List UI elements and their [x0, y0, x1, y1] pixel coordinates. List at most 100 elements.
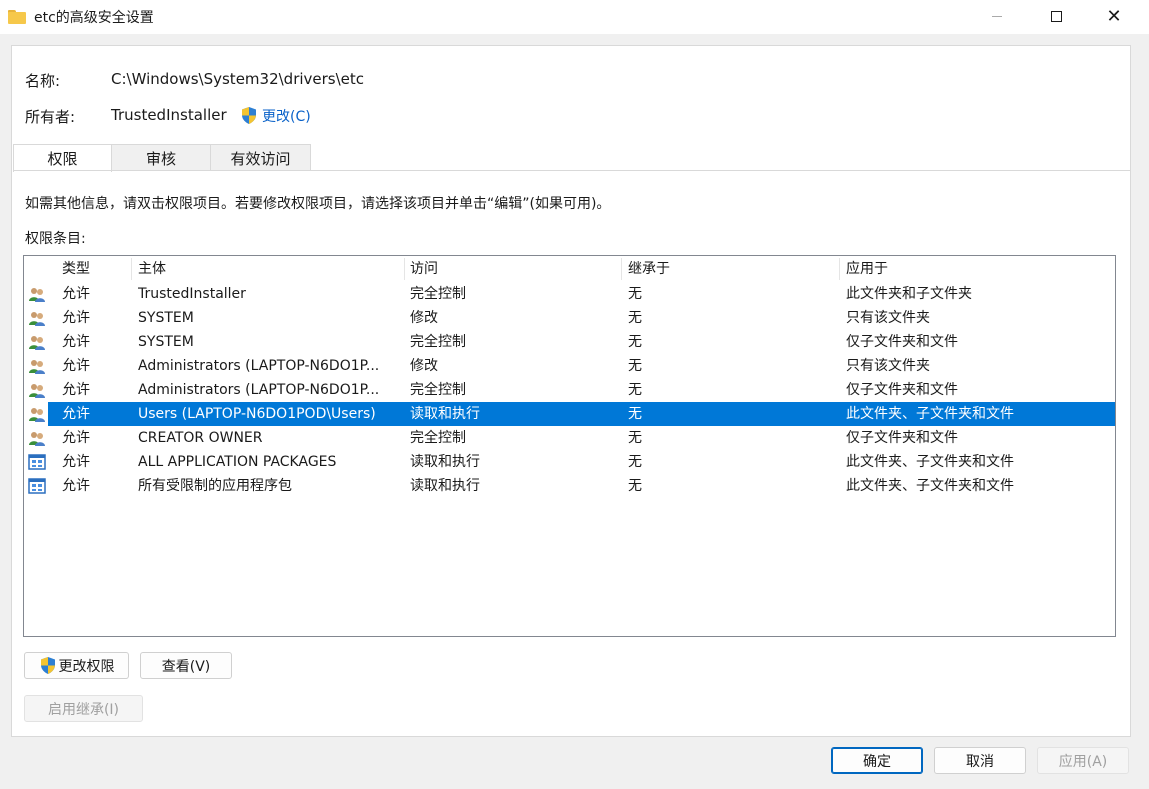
uac-shield-icon — [40, 657, 55, 674]
cell-access: 读取和执行 — [410, 478, 480, 494]
cell-inherited-from: 无 — [628, 454, 642, 470]
maximize-button[interactable] — [1033, 0, 1079, 32]
enable-inheritance-button[interactable]: 启用继承(I) — [24, 695, 143, 722]
tab-permissions[interactable]: 权限 — [13, 144, 112, 172]
cell-applies-to: 仅子文件夹和文件 — [846, 334, 958, 350]
instruction-text: 如需其他信息，请双击权限项目。若要修改权限项目，请选择该项目并单击“编辑”(如果… — [25, 196, 611, 212]
table-row[interactable]: 允许 TrustedInstaller 完全控制 无 此文件夹和子文件夹 — [24, 282, 1115, 306]
close-button[interactable]: ✕ — [1091, 0, 1137, 32]
users-icon — [28, 358, 46, 374]
cell-access: 完全控制 — [410, 334, 466, 350]
table-row[interactable]: 允许 CREATOR OWNER 完全控制 无 仅子文件夹和文件 — [24, 426, 1115, 450]
name-label: 名称: — [25, 72, 61, 90]
table-row[interactable]: 允许 SYSTEM 完全控制 无 仅子文件夹和文件 — [24, 330, 1115, 354]
view-button[interactable]: 查看(V) — [140, 652, 232, 679]
column-header-access[interactable]: 访问 — [404, 256, 438, 282]
uac-shield-icon — [242, 107, 256, 124]
cell-applies-to: 此文件夹、子文件夹和文件 — [846, 478, 1014, 494]
cell-applies-to: 仅子文件夹和文件 — [846, 430, 958, 446]
window-title: etc的高级安全设置 — [34, 10, 154, 26]
cell-principal: Administrators (LAPTOP-N6DO1P... — [138, 358, 380, 374]
cell-access: 读取和执行 — [410, 406, 480, 422]
owner-value: TrustedInstaller — [111, 106, 227, 124]
folder-icon — [8, 10, 26, 24]
users-icon — [28, 430, 46, 446]
change-permissions-label: 更改权限 — [58, 658, 115, 675]
cell-type: 允许 — [62, 454, 90, 470]
close-icon: ✕ — [1106, 5, 1122, 27]
tab-auditing[interactable]: 审核 — [111, 144, 211, 171]
minimize-button[interactable] — [974, 0, 1020, 32]
cell-principal: Administrators (LAPTOP-N6DO1P... — [138, 382, 380, 398]
maximize-icon — [1050, 10, 1062, 22]
apply-button[interactable]: 应用(A) — [1037, 747, 1129, 774]
table-row[interactable]: 允许 SYSTEM 修改 无 只有该文件夹 — [24, 306, 1115, 330]
cell-applies-to: 此文件夹、子文件夹和文件 — [846, 406, 1014, 422]
cell-applies-to: 仅子文件夹和文件 — [846, 382, 958, 398]
cell-access: 完全控制 — [410, 382, 466, 398]
cell-principal: 所有受限制的应用程序包 — [138, 478, 292, 494]
cell-principal: SYSTEM — [138, 334, 194, 350]
ok-button[interactable]: 确定 — [831, 747, 923, 774]
change-owner-link[interactable]: 更改(C) — [262, 106, 311, 126]
cell-inherited-from: 无 — [628, 334, 642, 350]
table-row[interactable]: 允许 Administrators (LAPTOP-N6DO1P... 修改 无 只有该… — [24, 354, 1115, 378]
minimize-icon — [992, 15, 1002, 17]
cell-type: 允许 — [62, 358, 90, 374]
cell-type: 允许 — [62, 286, 90, 302]
table-row[interactable]: 允许 Administrators (LAPTOP-N6DO1P... 完全控制 无 仅… — [24, 378, 1115, 402]
cell-type: 允许 — [62, 430, 90, 446]
cell-access: 读取和执行 — [410, 454, 480, 470]
cell-type: 允许 — [62, 310, 90, 326]
cell-principal: SYSTEM — [138, 310, 194, 326]
cell-principal: TrustedInstaller — [138, 286, 246, 302]
cell-applies-to: 只有该文件夹 — [846, 358, 930, 374]
cell-applies-to: 此文件夹和子文件夹 — [846, 286, 972, 302]
cancel-button[interactable]: 取消 — [934, 747, 1026, 774]
users-icon — [28, 334, 46, 350]
table-row[interactable]: 允许 Users (LAPTOP-N6DO1POD\Users) 读取和执行 无 此文件… — [24, 402, 1115, 426]
users-icon — [28, 310, 46, 326]
cell-access: 完全控制 — [410, 286, 466, 302]
owner-label: 所有者: — [25, 108, 76, 126]
cell-applies-to: 此文件夹、子文件夹和文件 — [846, 454, 1014, 470]
users-icon — [28, 286, 46, 302]
cell-inherited-from: 无 — [628, 430, 642, 446]
tab-effective-access[interactable]: 有效访问 — [210, 144, 311, 171]
tab-bar: 权限 审核 有效访问 — [13, 144, 311, 172]
table-row[interactable]: 允许 ALL APPLICATION PACKAGES 读取和执行 无 此文件夹、子文件… — [24, 450, 1115, 474]
cell-principal: CREATOR OWNER — [138, 430, 263, 446]
column-header-applies-to[interactable]: 应用于 — [840, 256, 888, 282]
cell-access: 修改 — [410, 310, 438, 326]
column-header-inherited-from[interactable]: 继承于 — [622, 256, 670, 282]
cell-inherited-from: 无 — [628, 286, 642, 302]
tab-panel-divider — [13, 170, 1130, 171]
column-header-principal[interactable]: 主体 — [132, 256, 166, 282]
change-permissions-button[interactable]: 更改权限 — [24, 652, 129, 679]
cell-applies-to: 只有该文件夹 — [846, 310, 930, 326]
cell-inherited-from: 无 — [628, 478, 642, 494]
cell-type: 允许 — [62, 334, 90, 350]
cell-type: 允许 — [62, 382, 90, 398]
cell-inherited-from: 无 — [628, 310, 642, 326]
cell-access: 修改 — [410, 358, 438, 374]
users-icon — [28, 382, 46, 398]
entries-label: 权限条目: — [25, 231, 86, 247]
cell-access: 完全控制 — [410, 430, 466, 446]
cell-type: 允许 — [62, 406, 90, 422]
cell-principal: ALL APPLICATION PACKAGES — [138, 454, 337, 470]
permission-entries-list[interactable]: 类型 主体 访问 继承于 应用于 允许 TrustedInstaller 完全控制无… — [23, 255, 1116, 637]
cell-type: 允许 — [62, 478, 90, 494]
users-icon — [28, 406, 46, 422]
cell-principal: Users (LAPTOP-N6DO1POD\Users) — [138, 406, 376, 422]
cell-inherited-from: 无 — [628, 382, 642, 398]
list-header: 类型 主体 访问 继承于 应用于 — [24, 256, 1115, 282]
app-package-icon — [28, 478, 46, 494]
column-header-type[interactable]: 类型 — [56, 256, 90, 282]
title-bar: etc的高级安全设置 ✕ — [0, 0, 1149, 34]
table-row[interactable]: 允许 所有受限制的应用程序包 读取和执行 无 此文件夹、子文件夹和文件 — [24, 474, 1115, 498]
cell-inherited-from: 无 — [628, 406, 642, 422]
cell-inherited-from: 无 — [628, 358, 642, 374]
app-package-icon — [28, 454, 46, 470]
name-value: C:\Windows\System32\drivers\etc — [111, 70, 365, 88]
